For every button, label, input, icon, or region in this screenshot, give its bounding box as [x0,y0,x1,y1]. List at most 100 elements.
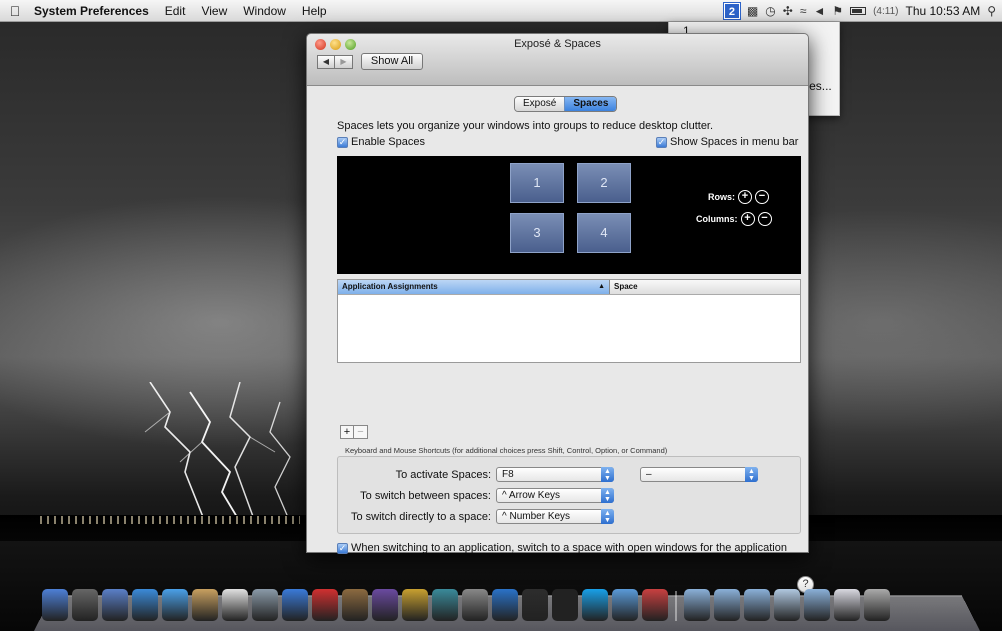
mail-icon[interactable] [102,589,128,621]
time-machine-icon[interactable]: ◷ [765,4,775,18]
garageband-icon[interactable] [402,589,428,621]
lightning-image [144,382,291,522]
display-icon[interactable]: ▩ [747,4,758,18]
remove-column-button[interactable]: − [757,212,772,226]
menu-app-name[interactable]: System Preferences [30,4,157,18]
spaces-grid-preview: 1 2 3 4 Rows: + − Columns: + − [337,156,801,274]
window-titlebar[interactable]: Exposé & Spaces ◀ ▶ Show All [307,34,808,86]
enable-spaces-row[interactable]: ✓ Enable Spaces [337,136,425,148]
column-header-application[interactable]: Application Assignments ▲ [338,280,610,294]
textedit-icon[interactable] [642,589,668,621]
spaces-menu-indicator[interactable]: 2 [722,2,741,20]
switch-to-space-label: When switching to an application, switch… [351,542,787,554]
terminal-icon[interactable] [552,589,578,621]
skype-icon[interactable] [582,589,608,621]
space-tile-2[interactable]: 2 [577,163,631,203]
photo-booth-icon[interactable] [312,589,338,621]
show-spaces-menubar-checkbox[interactable]: ✓ [656,136,667,148]
add-column-button[interactable]: + [740,212,755,226]
enable-spaces-label: Enable Spaces [351,136,425,148]
space-tile-3[interactable]: 3 [510,213,564,253]
switch-to-space-row[interactable]: ✓ When switching to an application, swit… [337,542,787,554]
show-all-button[interactable]: Show All [361,53,423,70]
bluetooth-icon[interactable]: ✣ [783,4,793,18]
city-lights [40,516,300,524]
tab-control: Exposé Spaces [514,96,618,112]
ichat-icon[interactable] [162,589,188,621]
remove-row-button[interactable]: − [755,190,769,204]
spotlight-icon[interactable]: ⚲ [987,4,996,18]
menu-edit[interactable]: Edit [157,4,194,18]
menu-view[interactable]: View [193,4,235,18]
activate-spaces-popup[interactable]: F8 ▲ ▼ [496,467,614,482]
add-application-button[interactable]: + [340,425,354,439]
chat-icon[interactable] [612,589,638,621]
documents-folder-icon[interactable] [714,589,740,621]
space-tile-1[interactable]: 1 [510,163,564,203]
add-row-button[interactable]: + [738,190,752,204]
popup-value: ^ Arrow Keys [502,490,561,501]
clock[interactable]: Thu 10:53 AM [905,4,980,18]
mail-stack-icon[interactable] [834,589,860,621]
imovie-icon[interactable] [372,589,398,621]
system-preferences-icon[interactable] [462,589,488,621]
folder-icon[interactable] [804,589,830,621]
switch-to-space-checkbox[interactable]: ✓ [337,542,348,554]
menu-window[interactable]: Window [235,4,294,18]
back-arrow-icon[interactable]: ◀ [317,55,335,69]
rows-control: Rows: + − [708,190,769,204]
shortcuts-caption: Keyboard and Mouse Shortcuts (for additi… [345,446,668,455]
preview-icon[interactable] [252,589,278,621]
shortcut-row-switch-between: To switch between spaces: ^ Arrow Keys ▲… [338,488,614,503]
activate-spaces-mouse-popup[interactable]: – ▲ ▼ [640,467,758,482]
switch-between-label: To switch between spaces: [360,489,491,502]
space-tile-4[interactable]: 4 [577,213,631,253]
iphoto-icon[interactable] [342,589,368,621]
address-book-icon[interactable] [192,589,218,621]
dashboard-icon[interactable] [72,589,98,621]
finder-icon[interactable] [42,589,68,621]
chevron-updown-icon: ▲ ▼ [745,467,758,482]
trash-icon[interactable] [864,589,890,621]
volume-icon[interactable]: ◄ [813,4,825,18]
tab-spaces[interactable]: Spaces [564,97,617,111]
sort-ascending-icon: ▲ [598,283,605,290]
forward-arrow-icon[interactable]: ▶ [335,55,353,69]
safari-stack-icon[interactable] [774,589,800,621]
safari-icon[interactable] [132,589,158,621]
apple-menu-icon[interactable]:  [0,3,30,19]
switch-directly-label: To switch directly to a space: [350,510,491,523]
application-assignments-table[interactable]: Application Assignments ▲ Space [337,279,801,363]
expose-spaces-window: Exposé & Spaces ◀ ▶ Show All Exposé Spac… [306,33,814,593]
remove-application-button[interactable]: − [354,425,368,439]
battery-icon[interactable] [850,7,867,15]
enable-spaces-checkbox[interactable]: ✓ [337,136,348,148]
dock [42,589,890,621]
shortcut-row-activate: To activate Spaces: F8 ▲ ▼ – ▲ ▼ [338,467,758,482]
shortcut-row-switch-directly: To switch directly to a space: ^ Number … [338,509,614,524]
switch-directly-popup[interactable]: ^ Number Keys ▲ ▼ [496,509,614,524]
nav-buttons: ◀ ▶ [317,55,353,69]
popup-value: F8 [502,469,514,480]
rows-label: Rows: [708,192,735,202]
shortcuts-group: To activate Spaces: F8 ▲ ▼ – ▲ ▼ To switch… [337,456,801,534]
ical-icon[interactable] [222,589,248,621]
menu-extras: 2 ▩ ◷ ✣ ≈ ◄ ⚑ (4:11) Thu 10:53 AM ⚲ [722,0,996,22]
flag-icon[interactable]: ⚑ [832,4,843,18]
column-header-space[interactable]: Space [610,280,800,294]
tab-expose[interactable]: Exposé [515,97,565,111]
wifi-icon[interactable]: ≈ [800,4,807,18]
downloads-folder-icon[interactable] [744,589,770,621]
xcode-icon[interactable] [492,589,518,621]
menu-help[interactable]: Help [294,4,335,18]
time-machine-icon[interactable] [432,589,458,621]
window-title: Exposé & Spaces [514,38,601,50]
switch-between-popup[interactable]: ^ Arrow Keys ▲ ▼ [496,488,614,503]
show-spaces-menubar-row[interactable]: ✓ Show Spaces in menu bar [656,136,798,148]
console-icon[interactable] [522,589,548,621]
itunes-icon[interactable] [282,589,308,621]
columns-control: Columns: + − [696,212,772,226]
dock-separator [675,591,677,621]
column-header-label: Application Assignments [342,282,438,291]
applications-folder-icon[interactable] [684,589,710,621]
